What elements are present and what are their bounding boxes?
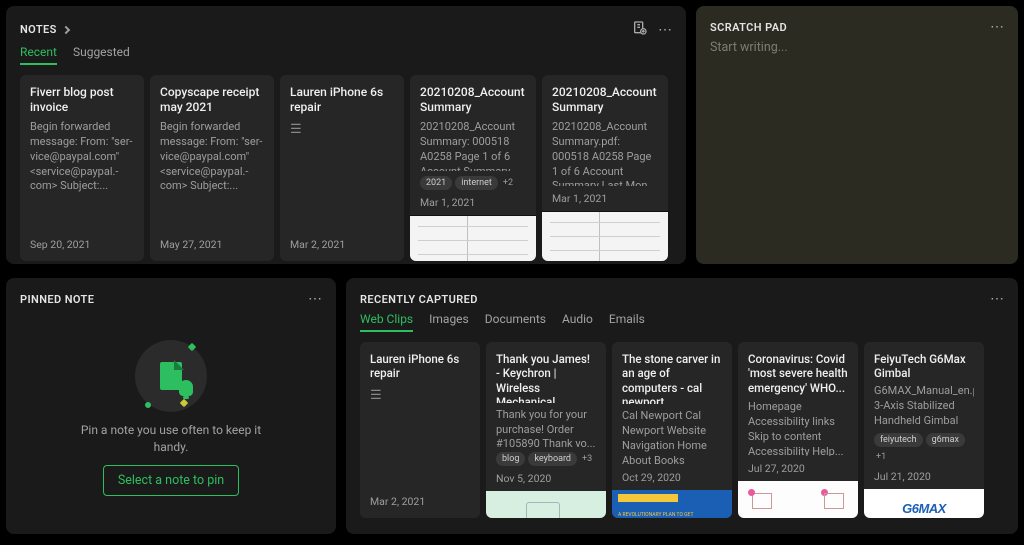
note-date: Mar 1, 2021 bbox=[552, 192, 658, 205]
webclip-thumbnail bbox=[738, 481, 858, 518]
more-options-icon[interactable]: ⋯ bbox=[990, 20, 1004, 34]
pinned-title-label: PINNED NOTE bbox=[20, 293, 94, 306]
note-snippet: Begin forwarded message: From: "ser-vice… bbox=[160, 120, 264, 194]
note-date: Sep 20, 2021 bbox=[30, 238, 134, 251]
tab-audio[interactable]: Audio bbox=[562, 312, 593, 332]
notes-card-list: Fiverr blog post invoice Begin forwarded… bbox=[20, 75, 672, 261]
note-date: May 27, 2021 bbox=[160, 238, 264, 251]
scratch-header: SCRATCH PAD ⋯ bbox=[710, 20, 1004, 34]
webclip-thumbnail bbox=[486, 491, 606, 518]
note-card[interactable]: 20210208_Account Summary 20210208_Accoun… bbox=[410, 75, 536, 261]
note-date: Oct 29, 2020 bbox=[622, 471, 722, 484]
recently-captured-panel: RECENTLY CAPTURED ⋯ Web Clips Images Doc… bbox=[346, 278, 1018, 534]
note-date: Jul 21, 2020 bbox=[874, 470, 974, 483]
pinned-note-panel: PINNED NOTE ⋯ Pin a note you use often t… bbox=[6, 278, 336, 534]
note-card[interactable]: Fiverr blog post invoice Begin forwarded… bbox=[20, 75, 144, 261]
note-date: Mar 2, 2021 bbox=[290, 238, 394, 251]
note-title: 20210208_Account Summary bbox=[420, 85, 526, 115]
note-title: The stone carver in an age of computers … bbox=[622, 352, 722, 404]
recent-card[interactable]: Thank you James! - Keychron | Wireless M… bbox=[486, 342, 606, 518]
webclip-thumbnail: G6MAX bbox=[864, 489, 984, 518]
notes-title-group[interactable]: NOTES bbox=[20, 23, 69, 36]
note-tags: blog keyboard +3 bbox=[496, 452, 596, 466]
tag-overflow[interactable]: +1 bbox=[874, 450, 888, 464]
notes-title-label: NOTES bbox=[20, 23, 57, 36]
recent-card[interactable]: Lauren iPhone 6s repair ☰ Mar 2, 2021 bbox=[360, 342, 480, 518]
tag-overflow[interactable]: +2 bbox=[501, 176, 515, 190]
new-note-icon[interactable] bbox=[632, 20, 648, 39]
note-title: Thank you James! - Keychron | Wireless M… bbox=[496, 352, 596, 403]
attachment-icon: ☰ bbox=[370, 388, 470, 403]
note-snippet: Cal Newport Cal Newport Website Navigati… bbox=[622, 409, 722, 465]
document-thumbnail bbox=[410, 215, 536, 261]
note-snippet: G6MAX_Manual_en.pdf: 3-Axis Stabilized H… bbox=[874, 384, 974, 428]
more-options-icon[interactable]: ⋯ bbox=[308, 292, 322, 306]
note-snippet: 20210208_Account Summary.pdf: 000518 A02… bbox=[552, 120, 658, 186]
note-card[interactable]: 20210208_Account Summary 20210208_Accoun… bbox=[542, 75, 668, 261]
tag-chip[interactable]: g6max bbox=[926, 433, 965, 447]
notes-tabs: Recent Suggested bbox=[20, 45, 672, 65]
pinned-header: PINNED NOTE ⋯ bbox=[20, 292, 322, 306]
select-note-to-pin-button[interactable]: Select a note to pin bbox=[103, 465, 239, 496]
note-date: Mar 2, 2021 bbox=[370, 495, 470, 508]
note-title: Lauren iPhone 6s repair bbox=[370, 352, 470, 381]
note-date: Mar 1, 2021 bbox=[420, 196, 526, 209]
note-snippet: Begin forwarded message: From: "ser-vice… bbox=[30, 120, 134, 194]
notes-panel: NOTES ⋯ Recent Suggested Fiverr blog pos… bbox=[6, 6, 686, 264]
note-date: Nov 5, 2020 bbox=[496, 472, 596, 485]
tab-images[interactable]: Images bbox=[429, 312, 469, 332]
note-tags: 2021 internet +2 bbox=[420, 176, 526, 190]
note-title: Lauren iPhone 6s repair bbox=[290, 85, 394, 115]
document-thumbnail bbox=[542, 211, 668, 261]
note-snippet: 20210208_Account Summary: 000518 A0258 P… bbox=[420, 120, 526, 171]
tag-chip[interactable]: blog bbox=[496, 452, 525, 466]
tab-emails[interactable]: Emails bbox=[609, 312, 645, 332]
notes-header: NOTES ⋯ bbox=[20, 20, 672, 39]
recent-card-list: Lauren iPhone 6s repair ☰ Mar 2, 2021 Th… bbox=[360, 342, 1004, 518]
pinned-body: Pin a note you use often to keep it hand… bbox=[20, 312, 322, 524]
tag-chip[interactable]: internet bbox=[455, 176, 498, 190]
note-snippet: Homepage Accessibility links Skip to con… bbox=[748, 400, 848, 456]
attachment-icon: ☰ bbox=[290, 122, 394, 137]
tab-web-clips[interactable]: Web Clips bbox=[360, 312, 413, 332]
scratch-pad-panel: SCRATCH PAD ⋯ Start writing... bbox=[696, 6, 1018, 264]
note-snippet: Thank you for your purchase! Order #1058… bbox=[496, 408, 596, 447]
note-title: FeiyuTech G6Max Gimbal bbox=[874, 352, 974, 379]
scratch-title-label: SCRATCH PAD bbox=[710, 21, 787, 34]
pin-illustration-icon bbox=[135, 340, 207, 412]
tag-chip[interactable]: feiyutech bbox=[874, 433, 923, 447]
note-tags: feiyutech g6max +1 bbox=[874, 433, 974, 464]
note-title: Copyscape receipt may 2021 bbox=[160, 85, 264, 115]
note-title: Coronavirus: Covid 'most severe health e… bbox=[748, 352, 848, 395]
tab-documents[interactable]: Documents bbox=[485, 312, 546, 332]
more-options-icon[interactable]: ⋯ bbox=[990, 292, 1004, 306]
recent-card[interactable]: FeiyuTech G6Max Gimbal G6MAX_Manual_en.p… bbox=[864, 342, 984, 518]
recent-header: RECENTLY CAPTURED ⋯ bbox=[360, 292, 1004, 306]
recent-card[interactable]: Coronavirus: Covid 'most severe health e… bbox=[738, 342, 858, 518]
pinned-help-text: Pin a note you use often to keep it hand… bbox=[71, 422, 271, 454]
note-card[interactable]: Lauren iPhone 6s repair ☰ Mar 2, 2021 bbox=[280, 75, 404, 261]
note-title: 20210208_Account Summary bbox=[552, 85, 658, 115]
note-date: Jul 27, 2020 bbox=[748, 462, 848, 475]
more-options-icon[interactable]: ⋯ bbox=[658, 23, 672, 37]
chevron-right-icon bbox=[62, 25, 70, 33]
note-card[interactable]: Copyscape receipt may 2021 Begin forward… bbox=[150, 75, 274, 261]
recent-title-label: RECENTLY CAPTURED bbox=[360, 293, 478, 306]
tab-suggested[interactable]: Suggested bbox=[73, 45, 130, 65]
note-title: Fiverr blog post invoice bbox=[30, 85, 134, 115]
tag-chip[interactable]: keyboard bbox=[528, 452, 577, 466]
tab-recent[interactable]: Recent bbox=[20, 45, 57, 65]
tag-overflow[interactable]: +3 bbox=[580, 452, 594, 466]
recent-tabs: Web Clips Images Documents Audio Emails bbox=[360, 312, 1004, 332]
webclip-thumbnail bbox=[612, 490, 732, 518]
tag-chip[interactable]: 2021 bbox=[420, 176, 452, 190]
scratch-input[interactable]: Start writing... bbox=[710, 40, 1004, 55]
recent-card[interactable]: The stone carver in an age of computers … bbox=[612, 342, 732, 518]
